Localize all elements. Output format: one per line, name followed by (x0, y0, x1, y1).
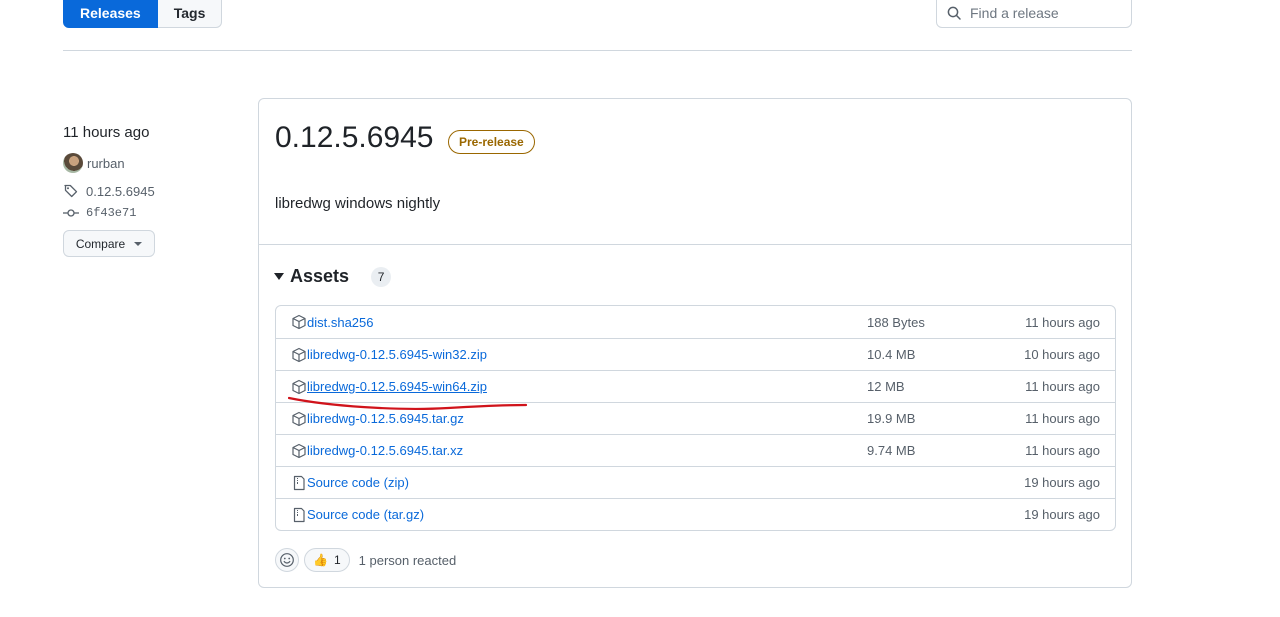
release-commit[interactable]: 6f43e71 (63, 205, 136, 221)
release-search[interactable] (936, 0, 1132, 28)
asset-time: 11 hours ago (1025, 411, 1100, 426)
release-tabs: Releases Tags (63, 0, 223, 28)
asset-link[interactable]: libredwg-0.12.5.6945-win64.zip (307, 379, 487, 394)
asset-time: 19 hours ago (1024, 507, 1100, 522)
chevron-down-icon (134, 241, 143, 246)
release-time: 11 hours ago (63, 124, 150, 141)
reaction-summary: 1 person reacted (358, 552, 457, 568)
tag-label[interactable]: 0.12.5.6945 (86, 184, 155, 199)
compare-label: Compare (75, 236, 126, 251)
header-divider (63, 50, 1132, 51)
reaction-count: 1 (333, 553, 341, 567)
release-author[interactable]: rurban (63, 153, 125, 173)
list-item: dist.sha256 188 Bytes 11 hours ago (276, 306, 1115, 338)
file-zip-icon (293, 507, 305, 523)
asset-link[interactable]: libredwg-0.12.5.6945.tar.xz (307, 443, 463, 458)
release-tag[interactable]: 0.12.5.6945 (63, 183, 155, 199)
package-icon (292, 443, 306, 459)
assets-count: 7 (371, 266, 392, 287)
asset-link[interactable]: Source code (zip) (307, 475, 409, 490)
prerelease-badge: Pre-release (448, 130, 535, 154)
author-name[interactable]: rurban (87, 156, 125, 171)
source-code-label: Source code (307, 507, 380, 522)
source-format: (zip) (383, 475, 409, 490)
avatar[interactable] (63, 153, 83, 173)
asset-time: 11 hours ago (1025, 443, 1100, 458)
list-item: libredwg-0.12.5.6945.tar.xz 9.74 MB 11 h… (276, 434, 1115, 466)
list-item: Source code (zip) 19 hours ago (276, 466, 1115, 498)
search-input[interactable] (970, 5, 1120, 21)
list-item: libredwg-0.12.5.6945-win32.zip 10.4 MB 1… (276, 338, 1115, 370)
triangle-down-icon (274, 273, 284, 280)
package-icon (292, 379, 306, 395)
tab-releases[interactable]: Releases (63, 0, 158, 28)
asset-link[interactable]: Source code (tar.gz) (307, 507, 424, 522)
package-icon (292, 347, 306, 363)
add-reaction-button[interactable] (275, 548, 299, 572)
search-icon (947, 6, 961, 20)
source-code-label: Source code (307, 475, 380, 490)
card-divider (259, 244, 1131, 245)
file-zip-icon (293, 475, 305, 491)
source-format: (tar.gz) (383, 507, 425, 522)
asset-link[interactable]: dist.sha256 (307, 315, 374, 330)
thumbs-up-reaction[interactable]: 👍 1 (304, 548, 350, 572)
asset-size: 10.4 MB (867, 347, 916, 362)
asset-time: 11 hours ago (1025, 314, 1100, 330)
asset-time: 11 hours ago (1025, 379, 1100, 394)
assets-heading: Assets (290, 266, 350, 286)
tag-icon (64, 184, 78, 198)
release-card: 0.12.5.6945 Pre-release libredwg windows… (258, 98, 1132, 588)
package-icon (292, 314, 306, 330)
tab-tags[interactable]: Tags (157, 0, 223, 28)
asset-time: 10 hours ago (1024, 347, 1100, 362)
asset-size: 9.74 MB (867, 443, 916, 458)
commit-sha[interactable]: 6f43e71 (86, 206, 136, 220)
list-item: Source code (tar.gz) 19 hours ago (276, 498, 1115, 530)
asset-link[interactable]: libredwg-0.12.5.6945-win32.zip (307, 347, 487, 362)
smiley-icon (280, 553, 294, 567)
compare-button[interactable]: Compare (63, 230, 155, 257)
reactions-bar: 👍 1 1 person reacted (275, 548, 456, 572)
thumbs-up-icon: 👍 (313, 553, 328, 567)
assets-toggle[interactable]: Assets 7 (274, 266, 392, 287)
release-description: libredwg windows nightly (275, 195, 441, 212)
asset-time: 19 hours ago (1024, 475, 1100, 490)
asset-size: 19.9 MB (867, 411, 916, 426)
release-title[interactable]: 0.12.5.6945 (275, 121, 433, 155)
commit-icon (63, 209, 79, 217)
red-underline-annotation (288, 396, 528, 410)
asset-size: 188 Bytes (867, 314, 925, 330)
asset-size: 12 MB (867, 379, 905, 394)
